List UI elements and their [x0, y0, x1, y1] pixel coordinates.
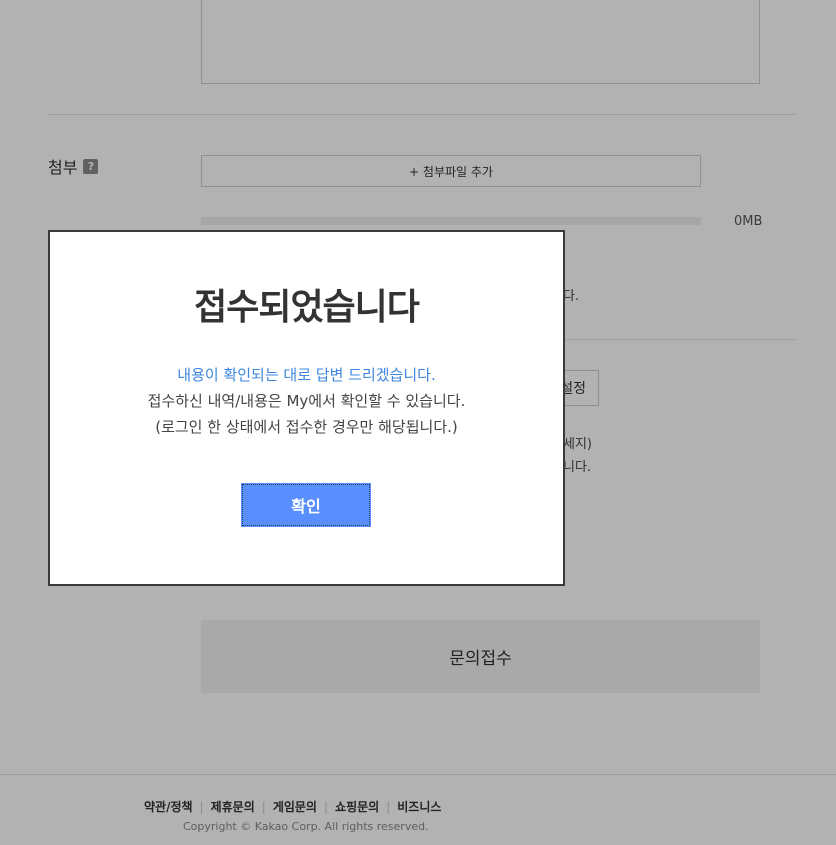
- confirm-button[interactable]: 확인: [241, 483, 371, 527]
- confirmation-dialog: 접수되었습니다 내용이 확인되는 대로 답변 드리겠습니다. 접수하신 내역/내…: [48, 230, 565, 586]
- dialog-title: 접수되었습니다: [194, 287, 420, 328]
- dialog-message-line: 접수하신 내역/내용은 My에서 확인할 수 있습니다.: [147, 392, 466, 410]
- dialog-message-highlight: 내용이 확인되는 대로 답변 드리겠습니다.: [177, 366, 436, 384]
- dialog-message-line: (로그인 한 상태에서 접수한 경우만 해당됩니다.): [155, 418, 458, 436]
